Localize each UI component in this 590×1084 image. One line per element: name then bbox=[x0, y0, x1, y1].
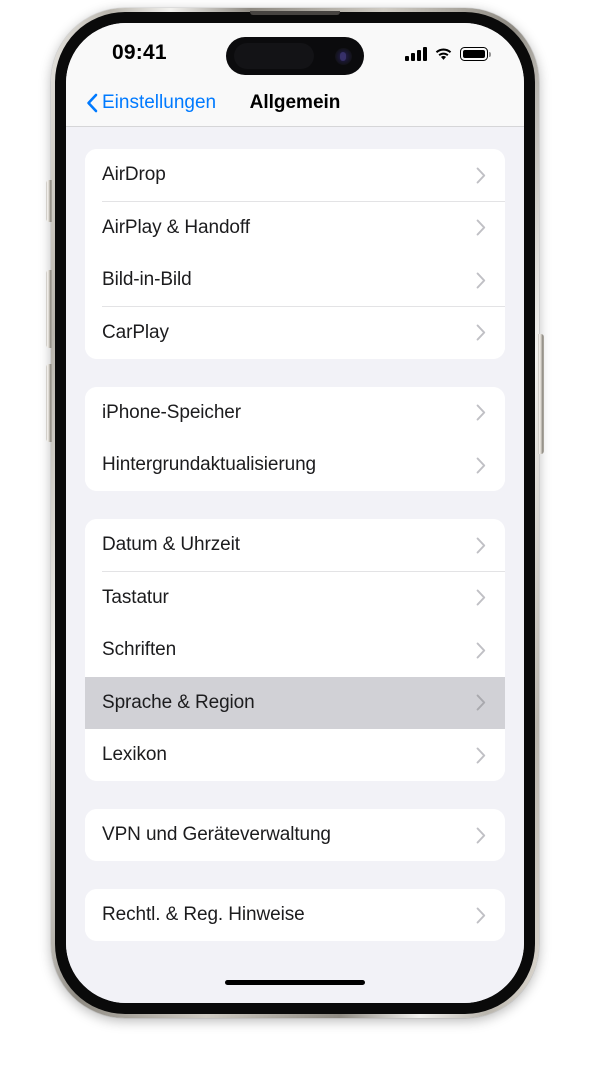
chevron-right-icon bbox=[476, 694, 486, 711]
wifi-icon bbox=[435, 48, 452, 60]
chevron-right-icon bbox=[476, 404, 486, 421]
list-item-airplay-handoff[interactable]: AirPlay & Handoff bbox=[85, 201, 505, 254]
list-item-label: Bild-in-Bild bbox=[102, 269, 192, 290]
dynamic-island[interactable] bbox=[226, 37, 364, 75]
home-indicator[interactable] bbox=[225, 980, 365, 985]
list-item-label: AirPlay & Handoff bbox=[102, 216, 250, 238]
list-item-label: VPN und Geräteverwaltung bbox=[102, 824, 331, 845]
chevron-right-icon bbox=[476, 219, 486, 236]
cellular-signal-icon bbox=[405, 47, 427, 61]
list-item-sprache-region[interactable]: Sprache & Region bbox=[85, 676, 505, 729]
volume-down-button[interactable] bbox=[46, 364, 52, 442]
list-item-label: Tastatur bbox=[102, 586, 169, 608]
list-item-bild-in-bild[interactable]: Bild-in-Bild bbox=[85, 254, 505, 306]
settings-group: Datum & Uhrzeit Tastatur Schriften Sprac… bbox=[85, 519, 505, 781]
list-item-schriften[interactable]: Schriften bbox=[85, 624, 505, 676]
list-item-label: iPhone-Speicher bbox=[102, 401, 241, 423]
front-camera-lens-icon bbox=[335, 47, 352, 65]
chevron-right-icon bbox=[476, 642, 486, 658]
chevron-right-icon bbox=[476, 457, 486, 473]
volume-up-button[interactable] bbox=[46, 270, 52, 348]
list-item-label: Hintergrundaktualisierung bbox=[102, 454, 317, 475]
status-bar: 09:41 bbox=[66, 23, 524, 79]
list-item-label: Schriften bbox=[102, 639, 177, 660]
settings-group: iPhone-Speicher Hintergrundaktualisierun… bbox=[85, 386, 505, 491]
iphone-device-frame: 09:41 Einstellungen Allgemein AirDrop Ai… bbox=[46, 8, 544, 1018]
settings-group: AirDrop AirPlay & Handoff Bild-in-Bild C… bbox=[85, 149, 505, 359]
chevron-right-icon bbox=[476, 827, 486, 843]
back-button-label: Einstellungen bbox=[102, 91, 217, 113]
list-item-carplay[interactable]: CarPlay bbox=[85, 306, 505, 359]
settings-group: Rechtl. & Reg. Hinweise bbox=[85, 889, 505, 941]
screenshot-stage: 09:41 Einstellungen Allgemein AirDrop Ai… bbox=[0, 0, 590, 1084]
status-bar-time: 09:41 bbox=[112, 41, 167, 64]
chevron-left-icon bbox=[87, 93, 98, 112]
list-item-rechtl-reg-hinweise[interactable]: Rechtl. & Reg. Hinweise bbox=[85, 889, 505, 941]
list-item-label: AirDrop bbox=[102, 164, 166, 185]
dynamic-island-inner bbox=[234, 43, 314, 69]
navigation-bar: Einstellungen Allgemein bbox=[66, 79, 524, 127]
earpiece-speaker-grille bbox=[250, 11, 340, 15]
list-item-label: Datum & Uhrzeit bbox=[102, 534, 240, 555]
list-item-label: Sprache & Region bbox=[102, 691, 255, 713]
device-bezel: 09:41 Einstellungen Allgemein AirDrop Ai… bbox=[55, 11, 535, 1014]
list-item-label: Rechtl. & Reg. Hinweise bbox=[102, 904, 305, 925]
list-item-vpn-geraeteverwaltung[interactable]: VPN und Geräteverwaltung bbox=[85, 809, 505, 861]
list-item-hintergrundaktualisierung[interactable]: Hintergrundaktualisierung bbox=[85, 439, 505, 491]
chevron-right-icon bbox=[476, 537, 486, 553]
chevron-right-icon bbox=[476, 167, 486, 183]
list-item-airdrop[interactable]: AirDrop bbox=[85, 149, 505, 201]
chevron-right-icon bbox=[476, 324, 486, 341]
side-power-button[interactable] bbox=[538, 334, 544, 454]
back-button[interactable]: Einstellungen bbox=[86, 92, 216, 114]
settings-group: VPN und Geräteverwaltung bbox=[85, 809, 505, 861]
list-item-datum-uhrzeit[interactable]: Datum & Uhrzeit bbox=[85, 519, 505, 571]
phone-screen: 09:41 Einstellungen Allgemein AirDrop Ai… bbox=[66, 23, 524, 1003]
chevron-right-icon bbox=[476, 589, 486, 606]
list-item-iphone-speicher[interactable]: iPhone-Speicher bbox=[85, 386, 505, 439]
action-button[interactable] bbox=[46, 180, 52, 222]
battery-full-icon bbox=[460, 47, 491, 61]
list-item-label: CarPlay bbox=[102, 321, 169, 343]
chevron-right-icon bbox=[476, 272, 486, 288]
chevron-right-icon bbox=[476, 747, 486, 763]
settings-list[interactable]: AirDrop AirPlay & Handoff Bild-in-Bild C… bbox=[66, 127, 524, 1003]
list-item-label: Lexikon bbox=[102, 744, 167, 765]
chevron-right-icon bbox=[476, 907, 486, 923]
status-bar-indicators bbox=[405, 45, 491, 61]
list-item-tastatur[interactable]: Tastatur bbox=[85, 571, 505, 624]
list-item-lexikon[interactable]: Lexikon bbox=[85, 729, 505, 781]
